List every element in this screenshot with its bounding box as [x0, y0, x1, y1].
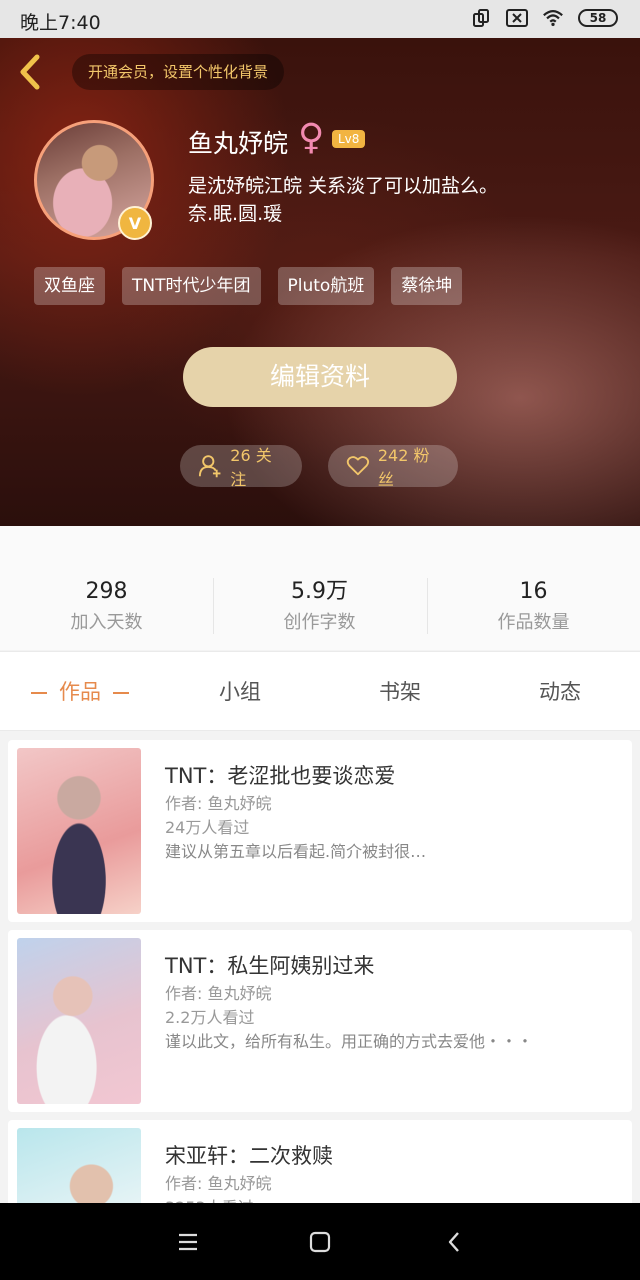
work-card[interactable]: TNT：老涩批也要谈恋爱 作者: 鱼丸妤皖 24万人看过 建议从第五章以后看起.… — [8, 740, 632, 922]
chevron-left-icon — [20, 54, 40, 90]
level-badge: Lv8 — [332, 130, 366, 148]
tag[interactable]: TNT时代少年团 — [122, 267, 261, 305]
work-author: 作者: 鱼丸妤皖 — [165, 794, 272, 813]
bio-line: 是沈妤皖江皖 关系淡了可以加盐么。 — [188, 175, 499, 197]
back-arrow-icon — [448, 1232, 459, 1252]
stat-works-count: 16 作品数量 — [427, 578, 640, 634]
stat-value: 5.9万 — [291, 579, 348, 604]
menu-button[interactable] — [171, 1225, 205, 1259]
battery-icon: 58 — [578, 9, 618, 27]
tag-list: 双鱼座 TNT时代少年团 Pluto航班 蔡徐坤 — [34, 267, 463, 305]
work-author: 作者: 鱼丸妤皖 — [165, 984, 272, 1003]
following-count: 26 关注 — [230, 446, 272, 489]
screen-rotate-icon — [470, 7, 492, 29]
edit-profile-button[interactable]: 编辑资料 — [183, 347, 457, 407]
work-title: TNT：私生阿姨别过来 — [165, 954, 375, 978]
status-time: 晚上7:40 — [20, 12, 101, 34]
sim-off-icon — [506, 7, 528, 29]
tab-activity[interactable]: 动态 — [480, 652, 640, 732]
stat-value: 16 — [519, 579, 548, 604]
work-views: 2.2万人看过 — [165, 1008, 255, 1027]
tag[interactable]: Pluto航班 — [277, 267, 375, 305]
stat-label: 创作字数 — [283, 612, 356, 633]
following-button[interactable]: 26 关注 — [180, 445, 302, 489]
system-nav-bar — [0, 1203, 640, 1280]
stat-value: 298 — [85, 579, 128, 604]
stat-word-count: 5.9万 创作字数 — [213, 578, 426, 634]
status-icons: 58 — [470, 7, 618, 29]
fans-button[interactable]: 242 粉丝 — [328, 445, 458, 489]
book-cover — [17, 938, 141, 1104]
add-user-icon — [198, 455, 221, 478]
work-views: 24万人看过 — [165, 818, 250, 837]
stat-join-days: 298 加入天数 — [0, 578, 213, 634]
work-title: TNT：老涩批也要谈恋爱 — [165, 764, 396, 788]
fans-count: 242 粉丝 — [377, 446, 430, 489]
work-title: 宋亚轩：二次救赎 — [165, 1144, 333, 1168]
female-gender-icon: ♀ — [298, 117, 325, 158]
tab-bar: 作品 小组 书架 动态 — [0, 651, 640, 731]
tab-bookshelf[interactable]: 书架 — [320, 652, 480, 732]
profile-header: 开通会员，设置个性化背景 V 鱼丸妤皖 ♀ Lv8 是沈妤皖江皖 关系淡了可以加… — [0, 38, 640, 526]
work-description: 谨以此文，给所有私生。用正确的方式去爱他・・・ — [165, 1032, 534, 1051]
home-square-icon — [309, 1231, 331, 1253]
bio-line: 奈.眠.圆.瑗 — [188, 203, 283, 225]
status-bar: 晚上7:40 58 — [0, 0, 640, 38]
menu-icon — [179, 1233, 197, 1251]
stat-label: 作品数量 — [497, 612, 570, 633]
back-button[interactable] — [12, 52, 48, 92]
system-back-button[interactable] — [437, 1225, 471, 1259]
wifi-icon — [542, 7, 564, 29]
tab-works[interactable]: 作品 — [0, 652, 160, 732]
username: 鱼丸妤皖 — [188, 129, 289, 158]
verified-badge-icon: V — [118, 206, 152, 240]
stats-row: 298 加入天数 5.9万 创作字数 16 作品数量 — [0, 526, 640, 650]
work-author: 作者: 鱼丸妤皖 — [165, 1174, 272, 1193]
heart-icon — [346, 456, 370, 476]
home-button[interactable] — [303, 1225, 337, 1259]
stat-label: 加入天数 — [70, 612, 143, 633]
vip-background-banner[interactable]: 开通会员，设置个性化背景 — [72, 54, 285, 90]
bio: 是沈妤皖江皖 关系淡了可以加盐么。 奈.眠.圆.瑗 — [188, 172, 608, 228]
book-cover — [17, 748, 141, 914]
tag[interactable]: 双鱼座 — [34, 267, 105, 305]
tab-groups[interactable]: 小组 — [160, 652, 320, 732]
tag[interactable]: 蔡徐坤 — [391, 267, 463, 305]
work-card[interactable]: TNT：私生阿姨别过来 作者: 鱼丸妤皖 2.2万人看过 谨以此文，给所有私生。… — [8, 930, 632, 1112]
work-description: 建议从第五章以后看起.简介被封很… — [165, 842, 427, 861]
